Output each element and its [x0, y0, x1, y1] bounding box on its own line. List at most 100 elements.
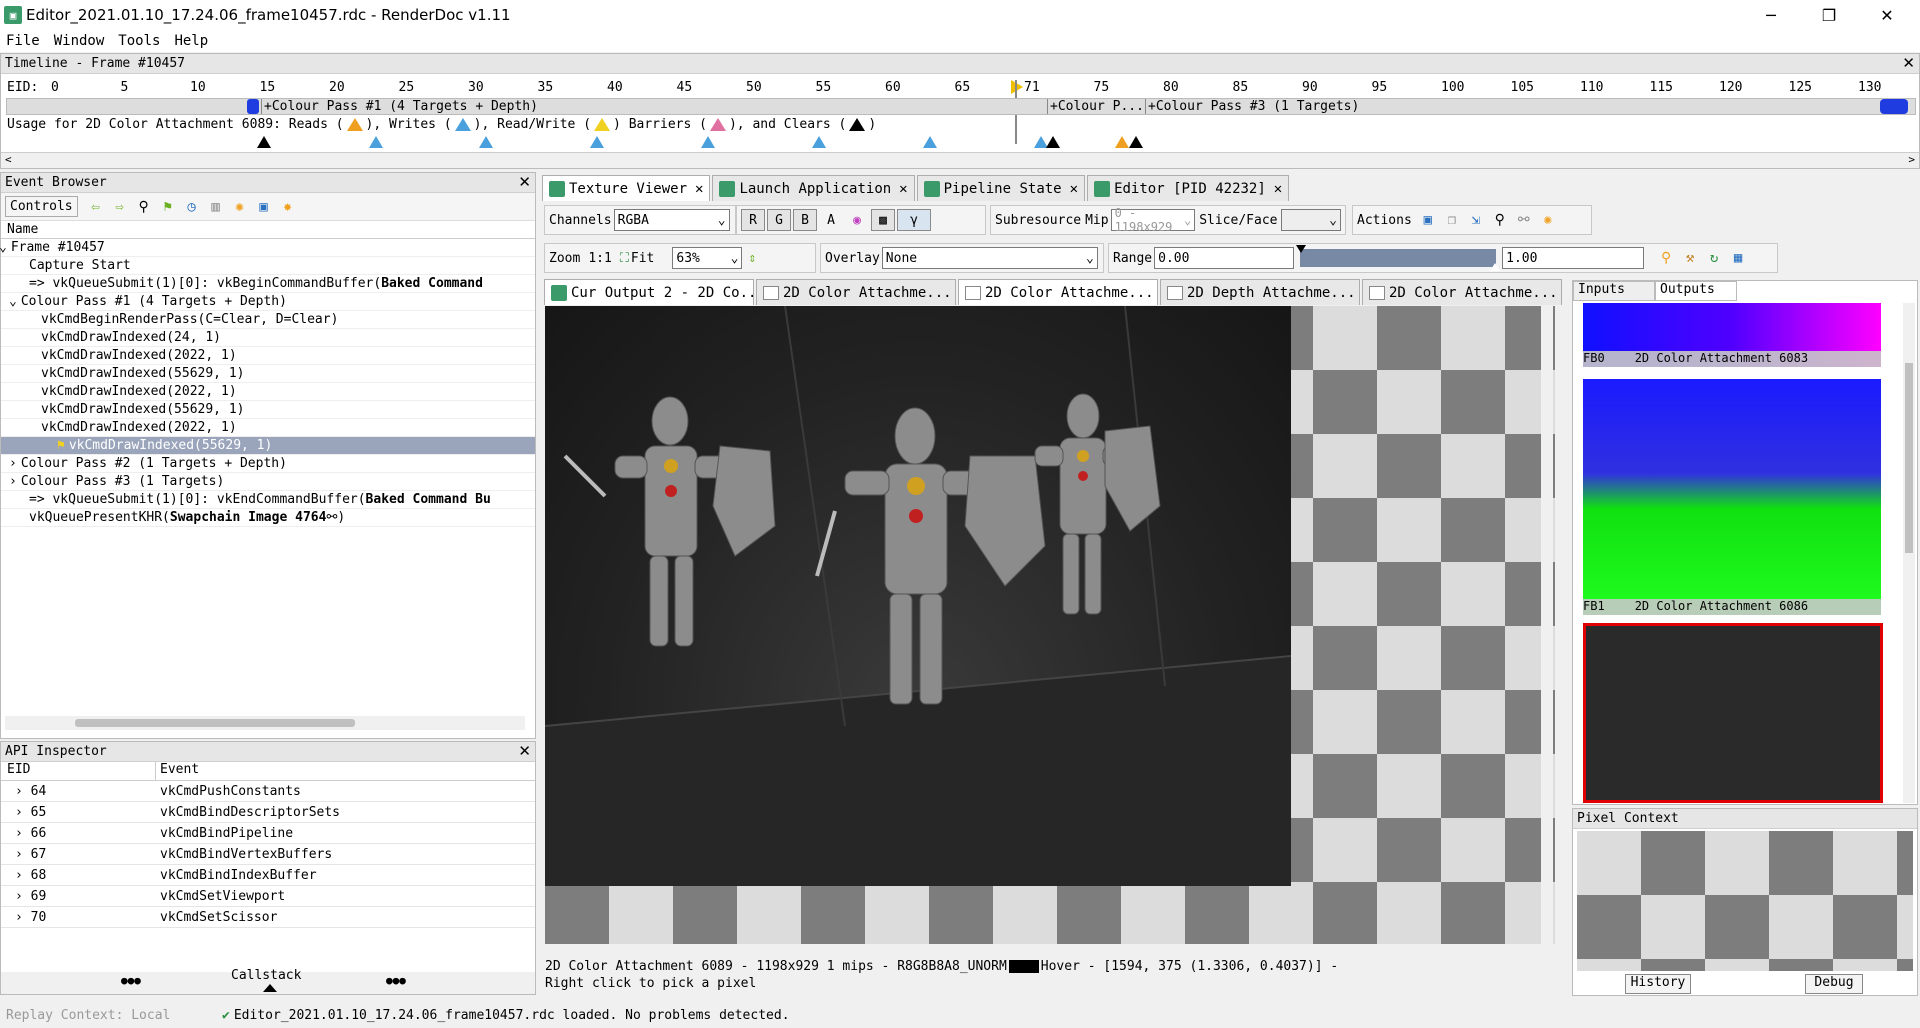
save-icon[interactable]: ▣: [254, 197, 274, 217]
copy-icon[interactable]: ❐: [1442, 210, 1462, 230]
tex-tab-color-attachment-active[interactable]: 2D Color Attachme...✕: [958, 279, 1158, 305]
event-item[interactable]: vkCmdDrawIndexed(55629, 1): [1, 365, 535, 383]
gamma-button[interactable]: γ: [897, 209, 931, 231]
thumb-vscroll[interactable]: [1903, 303, 1915, 803]
event-item-selected[interactable]: ⚑ vkCmdDrawIndexed(55629, 1): [1, 437, 535, 455]
event-item[interactable]: vkCmdDrawIndexed(2022, 1): [1, 419, 535, 437]
tab-launch-application[interactable]: Launch Application ✕: [712, 175, 915, 201]
tab-inputs[interactable]: Inputs: [1573, 281, 1655, 301]
expand-chevron-icon[interactable]: ›: [9, 474, 17, 489]
usage-marker-write[interactable]: [590, 136, 604, 148]
event-item[interactable]: ⌄ Frame #10457: [0, 239, 535, 257]
api-row[interactable]: › 64 vkCmdPushConstants: [1, 781, 535, 802]
prev-arrow-icon[interactable]: ⇦: [86, 197, 106, 217]
tex-tab-depth-attachment[interactable]: 2D Depth Attachme...✕: [1160, 279, 1360, 305]
channels-select[interactable]: RGBA ⌄: [613, 209, 730, 231]
menu-window[interactable]: Window: [54, 33, 105, 49]
api-row[interactable]: › 70 vkCmdSetScissor: [1, 907, 535, 928]
texture-canvas[interactable]: [544, 305, 1555, 944]
event-item[interactable]: › Colour Pass #2 (1 Targets + Depth): [1, 455, 535, 473]
api-row[interactable]: › 69 vkCmdSetViewport: [1, 886, 535, 907]
alpha-channel-button[interactable]: A: [819, 209, 843, 231]
close-button[interactable]: ✕: [1858, 0, 1916, 30]
range-max-handle[interactable]: [1490, 263, 1501, 271]
menu-help[interactable]: Help: [174, 33, 208, 49]
zoom-range-icon[interactable]: ⚲: [1656, 248, 1676, 268]
timeline-ruler[interactable]: 0 5 10 15 20 25 30 35 40 45 50 55 60 65 71 75 80 85 90 95 10…: [51, 80, 1901, 100]
tab-texture-viewer[interactable]: Texture Viewer ✕: [542, 175, 711, 201]
find-binoculars-icon[interactable]: ⚲: [1490, 210, 1510, 230]
api-col-eid[interactable]: EID: [1, 762, 156, 780]
usage-marker-read[interactable]: [1115, 136, 1129, 148]
thumb-fb1[interactable]: FB1 2D Color Attachment 6086: [1583, 379, 1881, 615]
scroll-right-icon[interactable]: >: [1908, 153, 1915, 166]
replay-context[interactable]: Replay Context: Local: [6, 1008, 222, 1023]
event-item[interactable]: vkCmdBeginRenderPass(C=Clear, D=Clear): [1, 311, 535, 329]
usage-marker-clear[interactable]: [1046, 136, 1060, 148]
event-browser-close-icon[interactable]: ✕: [518, 173, 531, 191]
event-hscroll[interactable]: [5, 716, 525, 730]
event-item[interactable]: vkCmdDrawIndexed(2022, 1): [1, 347, 535, 365]
event-item[interactable]: => vkQueueSubmit(1)[0]: vkEndCommandBuff…: [1, 491, 535, 509]
callstack-label[interactable]: Callstack: [231, 968, 301, 983]
api-row[interactable]: › 68 vkCmdBindIndexBuffer: [1, 865, 535, 886]
overlay-select[interactable]: None ⌄: [881, 247, 1098, 269]
minimize-button[interactable]: ─: [1742, 0, 1800, 30]
thumb-fb2-selected[interactable]: [1583, 623, 1883, 803]
next-arrow-icon[interactable]: ⇨: [110, 197, 130, 217]
pixel-context-view[interactable]: [1577, 831, 1913, 971]
menu-file[interactable]: File: [6, 33, 40, 49]
timeline-close-icon[interactable]: ✕: [1902, 54, 1915, 72]
menu-tools[interactable]: Tools: [118, 33, 160, 49]
event-item[interactable]: ⌄ Colour Pass #1 (4 Targets + Depth): [1, 293, 535, 311]
link-icon[interactable]: ⚯: [1514, 210, 1534, 230]
history-button[interactable]: History: [1625, 974, 1691, 994]
blue-channel-button[interactable]: B: [793, 209, 817, 231]
tex-tab-color-attachment-2[interactable]: 2D Color Attachme...✕: [1362, 279, 1562, 305]
expand-chevron-icon[interactable]: ⌄: [0, 240, 7, 255]
debug-button[interactable]: Debug: [1805, 974, 1863, 994]
settings-gear-icon[interactable]: ✺: [1538, 210, 1558, 230]
event-item[interactable]: => vkQueueSubmit(1)[0]: vkBeginCommandBu…: [1, 275, 535, 293]
column-header-name[interactable]: Name: [1, 221, 535, 239]
range-min-input[interactable]: 0.00: [1154, 247, 1295, 269]
flip-icon[interactable]: ⇕: [748, 251, 756, 266]
tex-tab-color-attachment[interactable]: 2D Color Attachme...✕: [756, 279, 956, 305]
tex-tab-cur-output[interactable]: Cur Output 2 - 2D Co...: [544, 279, 754, 305]
zoom-select[interactable]: 63% ⌄: [672, 247, 743, 269]
find-binoculars-icon[interactable]: ⚲: [134, 197, 154, 217]
callstack-right-dots[interactable]: ●●●: [386, 974, 406, 987]
texture-vscroll[interactable]: [1541, 306, 1553, 944]
usage-marker-write[interactable]: [369, 136, 383, 148]
expand-chevron-icon[interactable]: ⌄: [9, 294, 17, 309]
usage-marker-write[interactable]: [812, 136, 826, 148]
histogram-icon[interactable]: ▦: [1728, 248, 1748, 268]
thumb-vscroll-thumb[interactable]: [1905, 363, 1913, 553]
usage-marker-clear[interactable]: [257, 136, 271, 148]
colour-pass-3-bar[interactable]: +Colour Pass #3 (1 Targets): [1145, 99, 1545, 114]
tab-close-icon[interactable]: ✕: [695, 181, 703, 197]
auto-fit-icon[interactable]: ⚒: [1680, 248, 1700, 268]
tab-pipeline-state[interactable]: Pipeline State ✕: [916, 175, 1086, 201]
range-max-input[interactable]: 1.00: [1502, 247, 1645, 269]
timeline-scrollbar[interactable]: < >: [1, 152, 1919, 168]
settings-gear-icon[interactable]: ✺: [230, 197, 250, 217]
api-row[interactable]: › 66 vkCmdBindPipeline: [1, 823, 535, 844]
checkerboard-icon[interactable]: ▩: [871, 209, 895, 231]
open-texture-icon[interactable]: ⇲: [1466, 210, 1486, 230]
tab-editor[interactable]: Editor [PID 42232] ✕: [1087, 175, 1290, 201]
callstack-up-icon[interactable]: [263, 984, 277, 992]
tab-outputs[interactable]: Outputs: [1655, 281, 1737, 301]
range-min-handle[interactable]: [1296, 245, 1307, 253]
api-col-event[interactable]: Event: [156, 762, 199, 780]
columns-icon[interactable]: ▥: [206, 197, 226, 217]
range-slider[interactable]: [1296, 245, 1501, 271]
api-row[interactable]: › 65 vkCmdBindDescriptorSets: [1, 802, 535, 823]
link-icon[interactable]: ⚯: [326, 510, 337, 525]
mip-select[interactable]: 0 - 1198x929 ⌄: [1110, 206, 1196, 234]
event-item[interactable]: Capture Start: [1, 257, 535, 275]
scroll-left-icon[interactable]: <: [5, 153, 12, 166]
usage-marker-write[interactable]: [479, 136, 493, 148]
colour-pass-1-bar[interactable]: +Colour Pass #1 (4 Targets + Depth): [261, 99, 1047, 114]
api-row[interactable]: › 67 vkCmdBindVertexBuffers: [1, 844, 535, 865]
